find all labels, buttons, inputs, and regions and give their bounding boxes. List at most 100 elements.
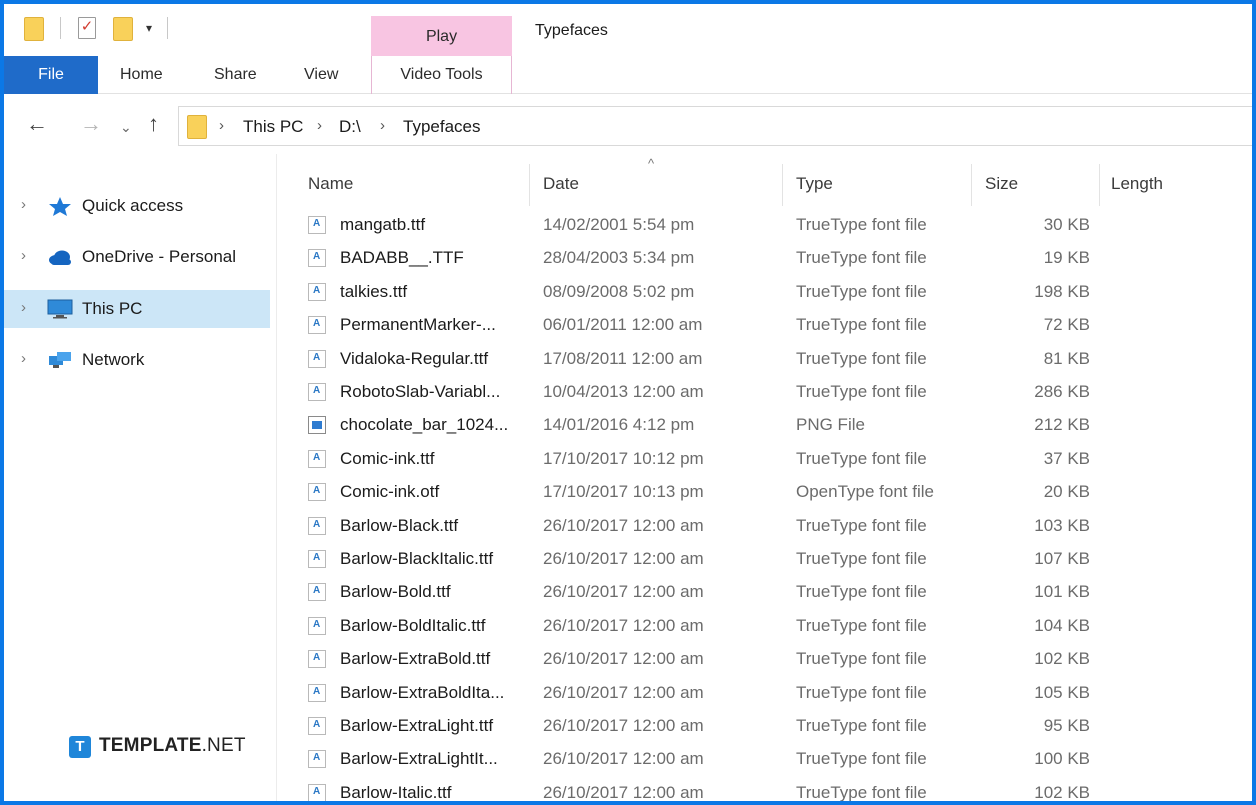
file-type: TrueType font file <box>796 549 927 568</box>
file-date: 26/10/2017 12:00 am <box>543 515 704 535</box>
column-header-size[interactable]: Size <box>985 156 1018 206</box>
expand-chevron-icon[interactable]: › <box>21 350 26 367</box>
breadcrumb-separator-icon: › <box>380 117 385 134</box>
column-divider[interactable] <box>529 164 530 206</box>
file-name: Barlow-ExtraBoldIta... <box>340 682 505 702</box>
column-headers: Name ^ Date Type Size Length <box>292 156 1252 206</box>
file-type: TrueType font file <box>796 649 927 669</box>
file-size: 102 KB <box>1034 649 1090 669</box>
image-file-icon <box>308 416 326 435</box>
file-type: TrueType font file <box>796 615 927 635</box>
file-row[interactable]: A BADABB__.TTF 28/04/2003 5:34 pm TrueType … <box>292 242 1252 275</box>
file-row[interactable]: A Barlow-Italic.ttf 26/10/2017 12:00 am Tru… <box>292 777 1252 801</box>
breadcrumb-typefaces[interactable]: Typefaces <box>403 117 481 137</box>
file-name: Barlow-BoldItalic.ttf <box>340 615 486 635</box>
file-name: talkies.ttf <box>340 281 408 301</box>
column-divider[interactable] <box>971 164 972 206</box>
file-row[interactable]: A Barlow-ExtraBold.ttf 26/10/2017 12:00 am… <box>292 643 1252 676</box>
file-date: 17/10/2017 10:13 pm <box>543 482 704 502</box>
file-row[interactable]: A Vidaloka-Regular.ttf 17/08/2011 12:00 am… <box>292 343 1252 376</box>
column-divider[interactable] <box>1099 164 1100 206</box>
file-size: 20 KB <box>1043 482 1090 502</box>
column-header-length[interactable]: Length <box>1111 156 1163 206</box>
file-row[interactable]: A Barlow-ExtraLightIt... 26/10/2017 12:00 … <box>292 743 1252 776</box>
file-date: 26/10/2017 12:00 am <box>543 782 704 801</box>
file-size: 104 KB <box>1034 615 1090 635</box>
file-row[interactable]: A Barlow-BoldItalic.ttf 26/10/2017 12:00 a… <box>292 610 1252 643</box>
file-row[interactable]: A Barlow-BlackItalic.ttf 26/10/2017 12:00 … <box>292 543 1252 576</box>
file-size: 37 KB <box>1043 448 1090 468</box>
file-row[interactable]: chocolate_bar_1024... 14/01/2016 4:12 pm P… <box>292 409 1252 442</box>
up-arrow-icon[interactable]: ↑ <box>148 110 159 138</box>
file-size: 30 KB <box>1043 215 1090 234</box>
file-date: 26/10/2017 12:00 am <box>543 716 704 735</box>
file-type: TrueType font file <box>796 248 927 268</box>
properties-icon[interactable]: ✓ <box>78 17 96 39</box>
file-date: 17/08/2011 12:00 am <box>543 348 703 368</box>
breadcrumb-drive-d[interactable]: D:\ <box>339 117 361 137</box>
file-row[interactable]: A RobotoSlab-Variabl... 10/04/2013 12:00 a… <box>292 376 1252 409</box>
tab-video-tools[interactable]: Video Tools <box>371 56 512 94</box>
expand-chevron-icon[interactable]: › <box>21 196 26 213</box>
star-icon <box>49 197 71 216</box>
new-folder-icon[interactable] <box>113 17 133 41</box>
tab-view[interactable]: View <box>304 56 338 94</box>
breadcrumb-this-pc[interactable]: This PC <box>243 117 303 137</box>
tab-share[interactable]: Share <box>214 56 257 94</box>
file-size: 101 KB <box>1034 582 1090 602</box>
font-file-icon: A <box>308 550 326 568</box>
recent-locations-chevron-icon[interactable]: ⌄ <box>120 113 132 141</box>
file-row[interactable]: A Comic-ink.otf 17/10/2017 10:13 pm OpenTyp… <box>292 476 1252 509</box>
forward-arrow-icon[interactable]: → <box>80 110 102 138</box>
column-header-type[interactable]: Type <box>796 156 833 206</box>
file-row[interactable]: Atalkies.ttf 08/09/2008 5:02 pm TrueType f… <box>292 276 1252 309</box>
customize-toolbar-icon[interactable]: ▾ <box>146 21 152 35</box>
file-row[interactable]: Amangatb.ttf 14/02/2001 5:54 pm TrueType f… <box>292 209 1252 242</box>
file-type: TrueType font file <box>796 582 927 602</box>
nav-item-quick-access[interactable]: › Quick access <box>4 187 270 225</box>
toolbar-separator <box>60 17 61 39</box>
file-size: 102 KB <box>1034 782 1090 801</box>
file-list: Name ^ Date Type Size Length Amangatb.tt… <box>292 156 1252 801</box>
tab-file[interactable]: File <box>4 56 98 94</box>
ribbon-tabs: File Home Share View Video Tools <box>4 56 1252 94</box>
expand-chevron-icon[interactable]: › <box>21 247 26 264</box>
file-row[interactable]: A PermanentMarker-... 06/01/2011 12:00 am T… <box>292 309 1252 342</box>
nav-label: OneDrive - Personal <box>82 247 237 266</box>
back-arrow-icon[interactable]: ← <box>26 110 48 138</box>
file-size: 198 KB <box>1034 281 1090 301</box>
file-date: 08/09/2008 5:02 pm <box>543 281 695 301</box>
file-date: 26/10/2017 12:00 am <box>543 549 704 568</box>
template-logo-icon: T <box>69 736 91 758</box>
watermark-text: TEMPLATE.NET <box>99 735 246 757</box>
column-header-date[interactable]: Date <box>543 156 579 206</box>
tab-home[interactable]: Home <box>120 56 163 94</box>
file-date: 26/10/2017 12:00 am <box>543 749 704 769</box>
nav-item-network[interactable]: › Network <box>4 341 270 379</box>
folder-icon[interactable] <box>24 17 44 41</box>
file-row[interactable]: A Barlow-Black.ttf 26/10/2017 12:00 am True… <box>292 510 1252 543</box>
font-file-icon: A <box>308 383 326 401</box>
file-name: BADABB__.TTF <box>340 248 464 268</box>
file-row[interactable]: A Comic-ink.ttf 17/10/2017 10:12 pm TrueTyp… <box>292 443 1252 476</box>
sort-ascending-icon: ^ <box>648 156 655 171</box>
font-file-icon: A <box>308 349 326 368</box>
file-size: 72 KB <box>1043 315 1090 335</box>
file-row[interactable]: A Barlow-ExtraLight.ttf 26/10/2017 12:00 a… <box>292 710 1252 743</box>
file-date: 26/10/2017 12:00 am <box>543 582 704 602</box>
address-bar[interactable]: › This PC › D:\ › Typefaces <box>178 106 1252 146</box>
expand-chevron-icon[interactable]: › <box>21 299 26 316</box>
navigation-row: ← → ⌄ ↑ › This PC › D:\ › Typefaces <box>4 96 1252 154</box>
network-icon <box>49 352 71 368</box>
nav-item-this-pc[interactable]: › This PC <box>4 290 270 328</box>
file-row[interactable]: A Barlow-ExtraBoldIta... 26/10/2017 12:00 … <box>292 677 1252 710</box>
file-type: TrueType font file <box>796 716 927 735</box>
file-type: TrueType font file <box>796 281 927 301</box>
column-divider[interactable] <box>782 164 783 206</box>
nav-label: Network <box>82 350 145 369</box>
file-name: Barlow-ExtraBold.ttf <box>340 649 491 669</box>
column-header-name[interactable]: Name <box>308 156 353 206</box>
nav-item-onedrive[interactable]: › OneDrive - Personal <box>4 238 270 276</box>
file-name: Comic-ink.otf <box>340 482 440 502</box>
file-row[interactable]: A Barlow-Bold.ttf 26/10/2017 12:00 am TrueT… <box>292 576 1252 609</box>
